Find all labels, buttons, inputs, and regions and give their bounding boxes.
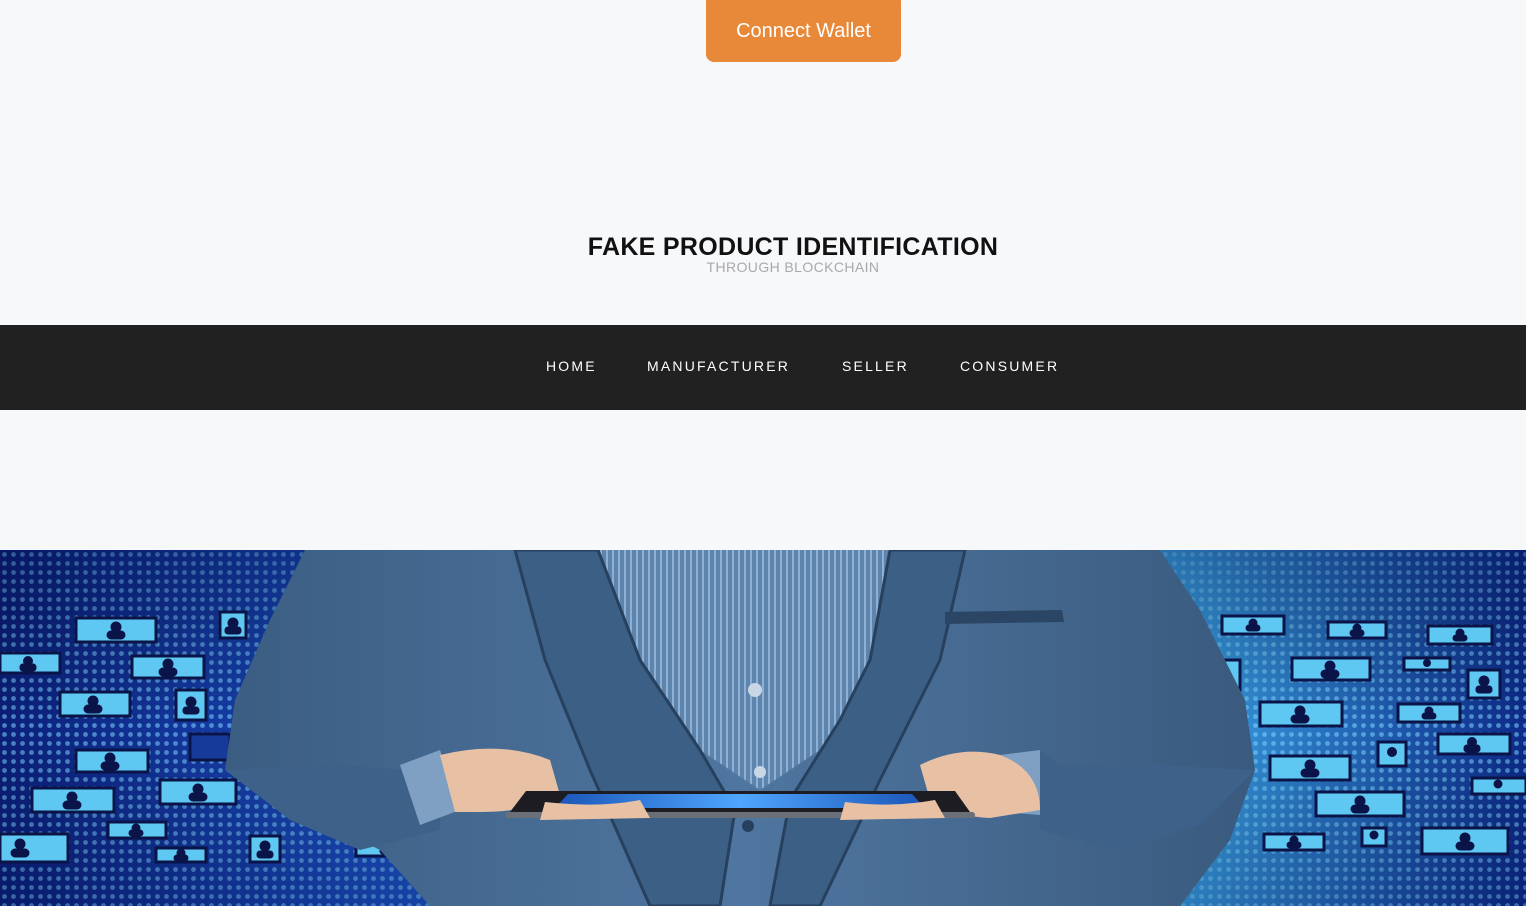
businessman-tablet-network-illustration [0, 550, 1526, 906]
nav-manufacturer[interactable]: MANUFACTURER [647, 325, 790, 410]
connect-wallet-button[interactable]: Connect Wallet [706, 0, 901, 62]
main-navbar: HOME MANUFACTURER SELLER CONSUMER [0, 325, 1526, 410]
landing-page: Connect Wallet FAKE PRODUCT IDENTIFICATI… [0, 0, 1526, 906]
nav-home[interactable]: HOME [546, 325, 597, 410]
brand-block: FAKE PRODUCT IDENTIFICATION THROUGH BLOC… [0, 232, 1526, 276]
hero-image [0, 550, 1526, 906]
site-subtitle: THROUGH BLOCKCHAIN [706, 259, 880, 275]
nav-seller[interactable]: SELLER [842, 325, 909, 410]
nav-consumer[interactable]: CONSUMER [960, 325, 1059, 410]
